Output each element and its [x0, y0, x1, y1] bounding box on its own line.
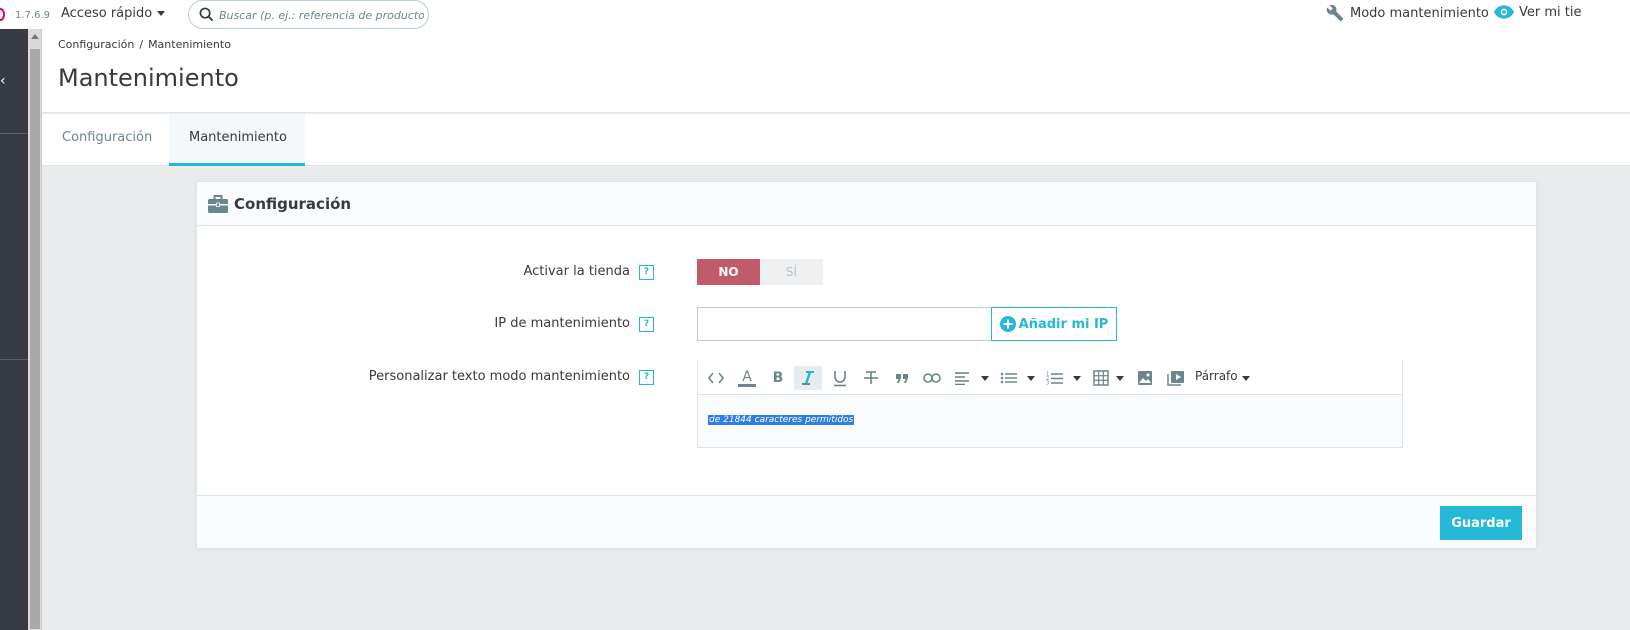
switch-no-option[interactable]: NO [697, 259, 760, 285]
tab-mantenimiento[interactable]: Mantenimiento [169, 114, 305, 166]
enable-shop-switch[interactable]: NO SÍ [697, 259, 823, 285]
save-button[interactable]: Guardar [1440, 506, 1522, 540]
breadcrumb-current: Mantenimiento [148, 38, 231, 51]
help-icon[interactable]: ? [639, 370, 654, 385]
numbered-list-icon[interactable]: 123 [1041, 366, 1069, 390]
help-icon[interactable]: ? [639, 265, 654, 280]
panel-footer: Guardar [197, 495, 1536, 548]
italic-icon[interactable] [794, 366, 822, 390]
search-icon[interactable] [199, 7, 214, 22]
quick-access-dropdown[interactable]: Acceso rápido [61, 6, 166, 21]
caret-down-icon[interactable] [1073, 376, 1081, 381]
strikethrough-icon[interactable] [857, 366, 885, 390]
prestashop-logo-icon[interactable] [0, 8, 5, 21]
page-title: Mantenimiento [58, 64, 239, 92]
enable-shop-label: Activar la tienda [523, 264, 630, 279]
sidebar-divider [0, 359, 28, 360]
add-my-ip-button[interactable]: Añadir mi IP [991, 307, 1117, 341]
blockquote-icon[interactable] [888, 366, 916, 390]
link-icon[interactable] [918, 366, 946, 390]
text-color-icon[interactable]: A [733, 366, 761, 390]
configuration-panel: Configuración Activar la tienda ? NO SÍ … [196, 181, 1537, 549]
chevron-left-icon[interactable]: ‹ [0, 73, 6, 89]
briefcase-icon [208, 195, 228, 213]
maintenance-ip-input[interactable] [697, 307, 992, 341]
scroll-up-arrow-icon[interactable] [31, 34, 39, 39]
view-store-link[interactable]: Ver mi tie [1494, 4, 1581, 20]
caret-down-icon[interactable] [1242, 376, 1250, 381]
search-input[interactable] [219, 5, 424, 25]
sidebar: ‹ [0, 29, 28, 630]
image-icon[interactable] [1131, 366, 1159, 390]
tab-configuracion[interactable]: Configuración [42, 114, 169, 166]
caret-down-icon [157, 11, 166, 16]
help-icon[interactable]: ? [639, 317, 654, 332]
switch-yes-option[interactable]: SÍ [760, 259, 823, 285]
view-store-label: Ver mi tie [1519, 4, 1582, 20]
editor-content-area[interactable]: de 21844 caracteres permitidos [698, 395, 1402, 447]
plus-circle-icon [999, 316, 1016, 332]
svg-text:3: 3 [1046, 381, 1049, 386]
version-label: 1.7.6.9 [15, 10, 50, 21]
maintenance-mode-link[interactable]: Modo mantenimiento [1326, 4, 1489, 22]
maintenance-mode-label: Modo mantenimiento [1350, 5, 1489, 21]
underline-icon[interactable] [826, 366, 854, 390]
rich-text-editor: A B 123 Párrafo de 21844 caracteres perm… [697, 360, 1403, 448]
panel-title: Configuración [234, 195, 352, 213]
page-head: Configuración / Mantenimiento Mantenimient… [42, 29, 1630, 113]
source-code-icon[interactable] [702, 366, 730, 390]
bold-icon[interactable]: B [764, 366, 792, 390]
caret-down-icon[interactable] [1116, 376, 1124, 381]
wrench-icon [1326, 4, 1344, 22]
sidebar-divider [0, 133, 28, 134]
breadcrumb-separator: / [139, 38, 144, 51]
breadcrumb: Configuración / Mantenimiento [58, 38, 231, 51]
media-icon[interactable] [1162, 366, 1190, 390]
paragraph-format-label: Párrafo [1195, 369, 1238, 383]
add-my-ip-label: Añadir mi IP [1018, 316, 1109, 332]
top-header: 1.7.6.9 Acceso rápido Modo mantenimiento… [0, 0, 1630, 29]
svg-text:A: A [742, 369, 752, 385]
paragraph-format-dropdown[interactable]: Párrafo [1195, 369, 1238, 383]
scroll-thumb[interactable] [30, 49, 40, 629]
caret-down-icon[interactable] [981, 376, 989, 381]
align-left-icon[interactable] [948, 366, 976, 390]
table-icon[interactable] [1087, 366, 1115, 390]
character-counter: de 21844 caracteres permitidos [708, 415, 855, 425]
bullet-list-icon[interactable] [995, 366, 1023, 390]
maintenance-ip-label: IP de mantenimiento [494, 316, 630, 331]
eye-icon [1494, 5, 1514, 19]
quick-access-label: Acceso rápido [61, 6, 153, 21]
panel-heading: Configuración [197, 182, 1536, 226]
custom-text-label: Personalizar texto modo mantenimiento [368, 369, 630, 384]
tabs-bar: Configuración Mantenimiento [42, 114, 1630, 166]
sidebar-scrollbar[interactable] [28, 29, 42, 630]
search-box[interactable] [188, 0, 429, 29]
breadcrumb-parent[interactable]: Configuración [58, 38, 134, 51]
caret-down-icon[interactable] [1027, 376, 1035, 381]
editor-toolbar: A B 123 Párrafo [698, 360, 1402, 395]
